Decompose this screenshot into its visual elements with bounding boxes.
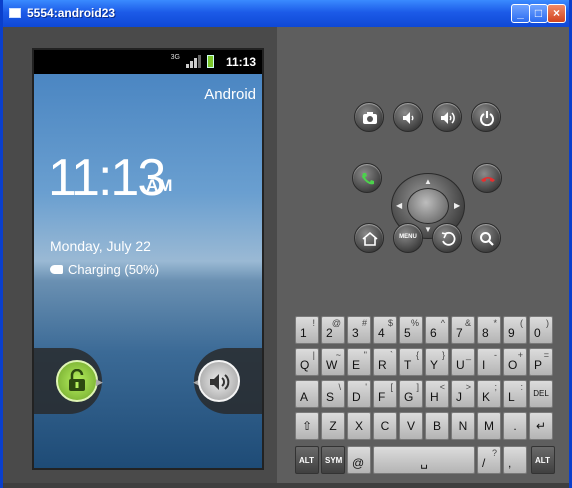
search-button[interactable]: [471, 223, 501, 253]
lockscreen-date: Monday, July 22: [50, 238, 151, 254]
title-bar[interactable]: 5554:android23 _ □ ×: [3, 0, 569, 27]
key-row2-1[interactable]: W ~: [321, 348, 345, 376]
home-icon: [362, 231, 378, 246]
volume-down-icon: [403, 112, 414, 124]
key-row3-4[interactable]: G]: [399, 380, 423, 408]
key-row2-2[interactable]: E ": [347, 348, 371, 376]
key-sym[interactable]: SYM: [321, 446, 345, 474]
call-button[interactable]: [352, 163, 382, 193]
charging-status: Charging (50%): [50, 262, 159, 277]
key-alt-right[interactable]: ALT: [531, 446, 555, 474]
key-row3-8[interactable]: L:: [503, 380, 527, 408]
dpad-right-icon[interactable]: ▶: [454, 201, 460, 210]
key-row2-3[interactable]: R `: [373, 348, 397, 376]
key-at[interactable]: @: [347, 446, 371, 474]
camera-icon: [363, 112, 377, 124]
key-row1-4[interactable]: 5%: [399, 316, 423, 344]
key-row4-3[interactable]: C: [373, 412, 397, 440]
key-row2-7[interactable]: I-: [477, 348, 501, 376]
end-call-button[interactable]: [472, 163, 502, 193]
key-row4-6[interactable]: N: [451, 412, 475, 440]
back-button[interactable]: [432, 223, 462, 253]
key-row2-5[interactable]: Y}: [425, 348, 449, 376]
volume-up-button[interactable]: [432, 102, 462, 132]
volume-down-button[interactable]: [393, 102, 423, 132]
key-row2-4[interactable]: T{: [399, 348, 423, 376]
key-row4-0[interactable]: ⇧: [295, 412, 319, 440]
key-row3-6[interactable]: J >: [451, 380, 475, 408]
menu-button[interactable]: MENU: [393, 223, 423, 253]
signal-strength-icon: [186, 55, 201, 68]
window-app-icon: [9, 8, 21, 18]
lockscreen-ampm: AM: [146, 176, 173, 195]
back-icon: [441, 231, 456, 246]
dpad-left-icon[interactable]: ◀: [396, 201, 402, 210]
status-bar[interactable]: 3G 11:13: [34, 50, 262, 74]
dpad-up-icon[interactable]: ▲: [424, 177, 432, 186]
key-comma[interactable]: ,: [503, 446, 527, 474]
key-row3-2[interactable]: D ': [347, 380, 371, 408]
key-row4-5[interactable]: B: [425, 412, 449, 440]
power-icon: [480, 111, 494, 126]
dpad-down-icon[interactable]: ▼: [424, 225, 432, 234]
dpad-center-button[interactable]: [407, 188, 449, 224]
network-type-icon: 3G: [170, 54, 180, 61]
menu-label: MENU: [399, 234, 417, 240]
maximize-button[interactable]: □: [529, 4, 548, 23]
hardware-keyboard: 1! 2 @3 #4 $5% 6 ^ 7 & 8 * 9(0) Q | W ~ E " R ` T{Y} U _ I - O + P =…: [293, 316, 559, 474]
key-row3-3[interactable]: F[: [373, 380, 397, 408]
key-row3-7[interactable]: K;: [477, 380, 501, 408]
key-row1-1[interactable]: 2 @: [321, 316, 345, 344]
key-slash[interactable]: /?: [477, 446, 501, 474]
key-row4-9[interactable]: ↵: [529, 412, 553, 440]
carrier-label: Android: [204, 86, 256, 103]
skin-bottom-edge: [3, 483, 569, 488]
key-row4-4[interactable]: V: [399, 412, 423, 440]
key-row1-8[interactable]: 9(: [503, 316, 527, 344]
key-row1-2[interactable]: 3 #: [347, 316, 371, 344]
unlock-arrow-icon: ▶: [96, 377, 103, 387]
phone-green-icon: [362, 173, 374, 185]
key-row3-5[interactable]: H <: [425, 380, 449, 408]
battery-charging-icon: [207, 55, 214, 68]
volume-up-icon: [441, 112, 455, 124]
key-row3-9[interactable]: DEL: [529, 380, 553, 408]
key-alt-left[interactable]: ALT: [295, 446, 319, 474]
key-row2-9[interactable]: P =: [529, 348, 553, 376]
home-button[interactable]: [354, 223, 384, 253]
sound-toggle-handle[interactable]: [198, 360, 240, 402]
window-title: 5554:android23: [27, 6, 116, 20]
key-row1-5[interactable]: 6 ^: [425, 316, 449, 344]
unlock-icon: [69, 369, 85, 391]
charging-label: Charging (50%): [68, 262, 160, 277]
key-row2-6[interactable]: U _: [451, 348, 475, 376]
minimize-button[interactable]: _: [511, 4, 530, 23]
camera-button[interactable]: [354, 102, 384, 132]
key-row1-0[interactable]: 1!: [295, 316, 319, 344]
phone-red-icon: [481, 177, 495, 182]
plug-icon: [50, 265, 63, 274]
key-row2-0[interactable]: Q |: [295, 348, 319, 376]
key-row1-7[interactable]: 8 *: [477, 316, 501, 344]
close-button[interactable]: ×: [547, 4, 566, 23]
key-row4-7[interactable]: M: [477, 412, 501, 440]
search-icon: [480, 232, 494, 246]
status-clock: 11:13: [225, 55, 256, 69]
key-row4-8[interactable]: .: [503, 412, 527, 440]
key-row4-1[interactable]: Z: [321, 412, 345, 440]
device-screen[interactable]: 3G 11:13 Android 11:13 AM Monday, July 2…: [32, 48, 264, 470]
key-row2-8[interactable]: O +: [503, 348, 527, 376]
key-row1-3[interactable]: 4 $: [373, 316, 397, 344]
key-row3-1[interactable]: S \: [321, 380, 345, 408]
key-row3-0[interactable]: A: [295, 380, 319, 408]
emulator-window: 5554:android23 _ □ × 3G 11:13 Android 11…: [0, 0, 572, 488]
power-button[interactable]: [471, 102, 501, 132]
key-space[interactable]: ␣: [373, 446, 475, 474]
key-row4-2[interactable]: X: [347, 412, 371, 440]
key-row1-9[interactable]: 0): [529, 316, 553, 344]
speaker-icon: [210, 374, 230, 390]
unlock-handle[interactable]: [56, 360, 98, 402]
key-row1-6[interactable]: 7 &: [451, 316, 475, 344]
